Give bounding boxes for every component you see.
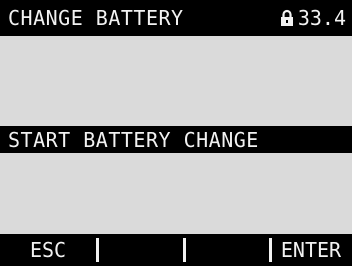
content-area-bottom bbox=[0, 153, 352, 234]
screen-title: CHANGE BATTERY bbox=[8, 6, 184, 30]
status-area: 33.4 bbox=[280, 5, 346, 31]
status-value: 33.4 bbox=[297, 6, 346, 30]
softkey-divider bbox=[183, 238, 186, 262]
title-bar: CHANGE BATTERY 33.4 bbox=[0, 0, 352, 36]
menu-item-start-battery-change[interactable]: START BATTERY CHANGE bbox=[0, 126, 352, 153]
enter-softkey[interactable]: ENTER bbox=[270, 234, 352, 266]
softkey-bar: ESC ENTER bbox=[0, 234, 352, 266]
menu-item-label: START BATTERY CHANGE bbox=[8, 128, 259, 152]
softkey-2[interactable] bbox=[96, 234, 184, 266]
lock-icon bbox=[280, 9, 294, 27]
content-area-top bbox=[0, 36, 352, 126]
softkey-divider bbox=[269, 238, 272, 262]
softkey-divider bbox=[96, 238, 99, 262]
lcd-screen: CHANGE BATTERY 33.4 START BATTERY CHANGE… bbox=[0, 0, 352, 266]
esc-softkey[interactable]: ESC bbox=[0, 234, 96, 266]
softkey-3[interactable] bbox=[184, 234, 270, 266]
